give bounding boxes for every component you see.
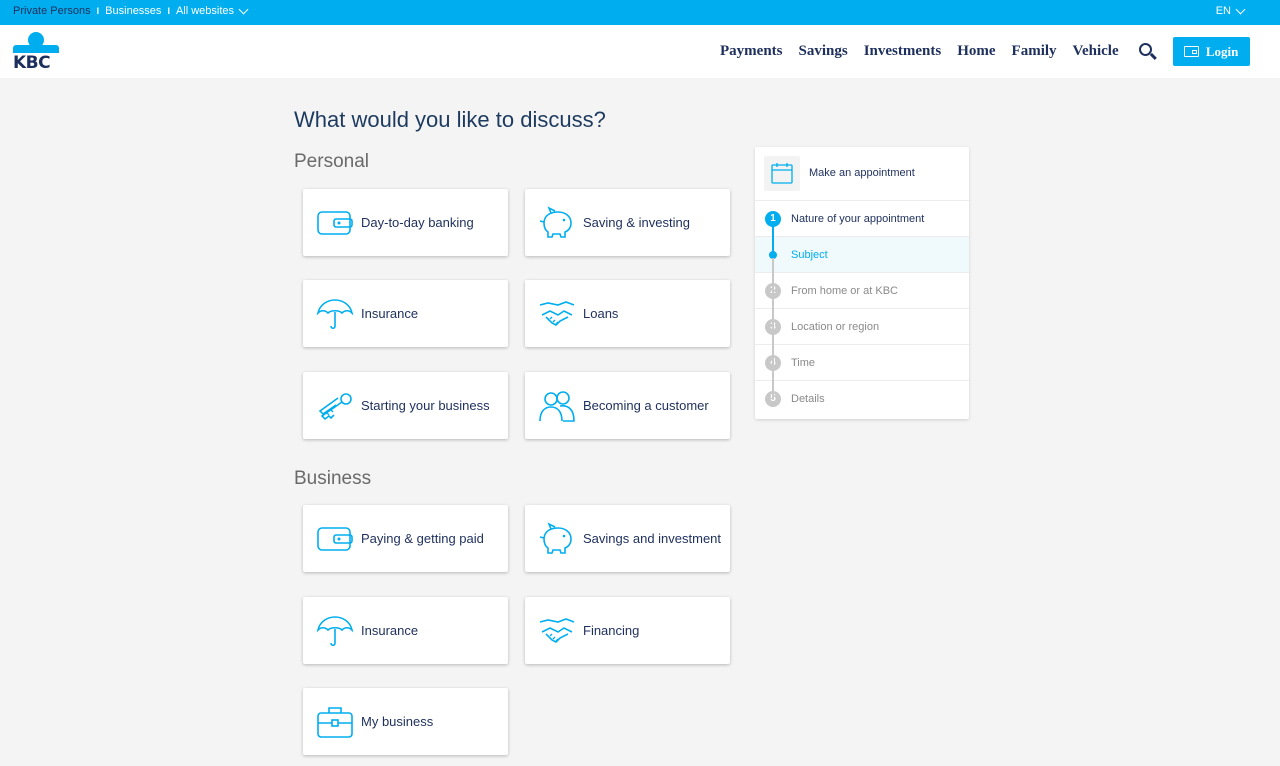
appointment-panel-title: Make an appointment bbox=[809, 167, 915, 179]
handshake-icon bbox=[539, 617, 575, 643]
search-icon[interactable] bbox=[1137, 41, 1159, 63]
step-subject[interactable]: Subject bbox=[755, 237, 969, 273]
kbc-logo[interactable]: KBC bbox=[13, 32, 61, 73]
step-label: Nature of your appointment bbox=[791, 213, 925, 225]
tile-my-business[interactable]: My business bbox=[303, 688, 508, 755]
business-section-title: Business bbox=[294, 468, 372, 489]
briefcase-icon bbox=[317, 706, 353, 738]
tile-label: Insurance bbox=[361, 305, 419, 321]
piggy-bank-icon bbox=[539, 521, 572, 554]
piggy-bank-icon bbox=[539, 205, 572, 238]
step-from-home-or-at-kbc[interactable]: 2 From home or at KBC bbox=[755, 273, 969, 309]
step-location-or-region[interactable]: 3 Location or region bbox=[755, 309, 969, 345]
progress-line-done bbox=[772, 225, 774, 255]
tile-savings-and-investment[interactable]: Savings and investment bbox=[525, 505, 730, 572]
logo-bar-icon bbox=[13, 45, 59, 53]
nav-savings[interactable]: Savings bbox=[799, 43, 848, 60]
step-label: Location or region bbox=[791, 321, 880, 333]
step-label: Subject bbox=[791, 249, 828, 261]
language-label[interactable]: EN bbox=[1216, 5, 1231, 17]
appointment-panel: Make an appointment 1 Nature of your app… bbox=[755, 147, 969, 419]
umbrella-icon bbox=[316, 615, 354, 646]
personal-section-title: Personal bbox=[294, 151, 369, 172]
step-label: Time bbox=[791, 357, 816, 369]
keys-icon bbox=[318, 392, 352, 420]
tile-becoming-a-customer[interactable]: Becoming a customer bbox=[525, 372, 730, 439]
top-bar: Private Persons I Businesses I All websi… bbox=[0, 0, 1280, 25]
language-selector[interactable]: EN bbox=[1216, 4, 1246, 17]
tile-label: Saving & investing bbox=[583, 214, 690, 230]
tile-label: Financing bbox=[583, 622, 640, 638]
all-websites-link[interactable]: All websites bbox=[176, 5, 234, 17]
wallet-icon bbox=[1183, 46, 1199, 57]
progress-line-pending bbox=[772, 258, 774, 398]
tile-label: Insurance bbox=[361, 622, 419, 638]
step-time[interactable]: 4 Time bbox=[755, 345, 969, 381]
step-details[interactable]: 5 Details bbox=[755, 381, 969, 417]
audience-links: Private Persons I Businesses I All websi… bbox=[13, 4, 249, 17]
nav-payments[interactable]: Payments bbox=[720, 43, 783, 60]
page-title: What would you like to discuss? bbox=[294, 107, 606, 132]
nav-home[interactable]: Home bbox=[957, 43, 995, 60]
login-button[interactable]: Login bbox=[1172, 37, 1250, 66]
tile-label: Becoming a customer bbox=[583, 397, 709, 413]
tile-label: Day-to-day banking bbox=[361, 214, 474, 230]
header: KBC Payments Savings Investments Home Fa… bbox=[0, 25, 1280, 78]
tile-financing[interactable]: Financing bbox=[525, 597, 730, 664]
wallet-icon bbox=[317, 210, 353, 235]
tile-starting-your-business[interactable]: Starting your business bbox=[303, 372, 508, 439]
logo-text: KBC bbox=[13, 53, 51, 73]
chevron-down-icon[interactable] bbox=[238, 4, 249, 15]
people-icon bbox=[539, 390, 575, 422]
businesses-link[interactable]: Businesses bbox=[105, 5, 161, 17]
tile-day-to-day-banking[interactable]: Day-to-day banking bbox=[303, 189, 508, 256]
step-label: Details bbox=[791, 393, 825, 405]
tile-label: Paying & getting paid bbox=[361, 530, 484, 546]
login-label: Login bbox=[1205, 43, 1239, 59]
umbrella-icon bbox=[316, 298, 354, 329]
calendar-icon bbox=[764, 156, 800, 191]
tile-paying-getting-paid[interactable]: Paying & getting paid bbox=[303, 505, 508, 572]
wallet-icon bbox=[317, 526, 353, 551]
tile-business-insurance[interactable]: Insurance bbox=[303, 597, 508, 664]
appointment-panel-header: Make an appointment bbox=[755, 147, 969, 201]
tile-label: My business bbox=[361, 713, 434, 729]
separator: I bbox=[96, 6, 100, 16]
nav-investments[interactable]: Investments bbox=[864, 43, 942, 60]
handshake-icon bbox=[539, 300, 575, 326]
tile-label: Starting your business bbox=[361, 397, 490, 413]
separator: I bbox=[167, 6, 170, 16]
nav-vehicle[interactable]: Vehicle bbox=[1073, 43, 1119, 60]
tile-insurance[interactable]: Insurance bbox=[303, 280, 508, 347]
tile-label: Loans bbox=[583, 305, 619, 321]
tile-loans[interactable]: Loans bbox=[525, 280, 730, 347]
step-nature-of-appointment[interactable]: 1 Nature of your appointment bbox=[755, 201, 969, 237]
tile-saving-investing[interactable]: Saving & investing bbox=[525, 189, 730, 256]
main-nav: Payments Savings Investments Home Family… bbox=[720, 25, 1250, 78]
nav-family[interactable]: Family bbox=[1012, 43, 1057, 60]
tile-label: Savings and investment bbox=[583, 530, 722, 546]
private-persons-link[interactable]: Private Persons bbox=[13, 5, 91, 17]
chevron-down-icon[interactable] bbox=[1235, 4, 1246, 15]
step-label: From home or at KBC bbox=[791, 285, 898, 297]
